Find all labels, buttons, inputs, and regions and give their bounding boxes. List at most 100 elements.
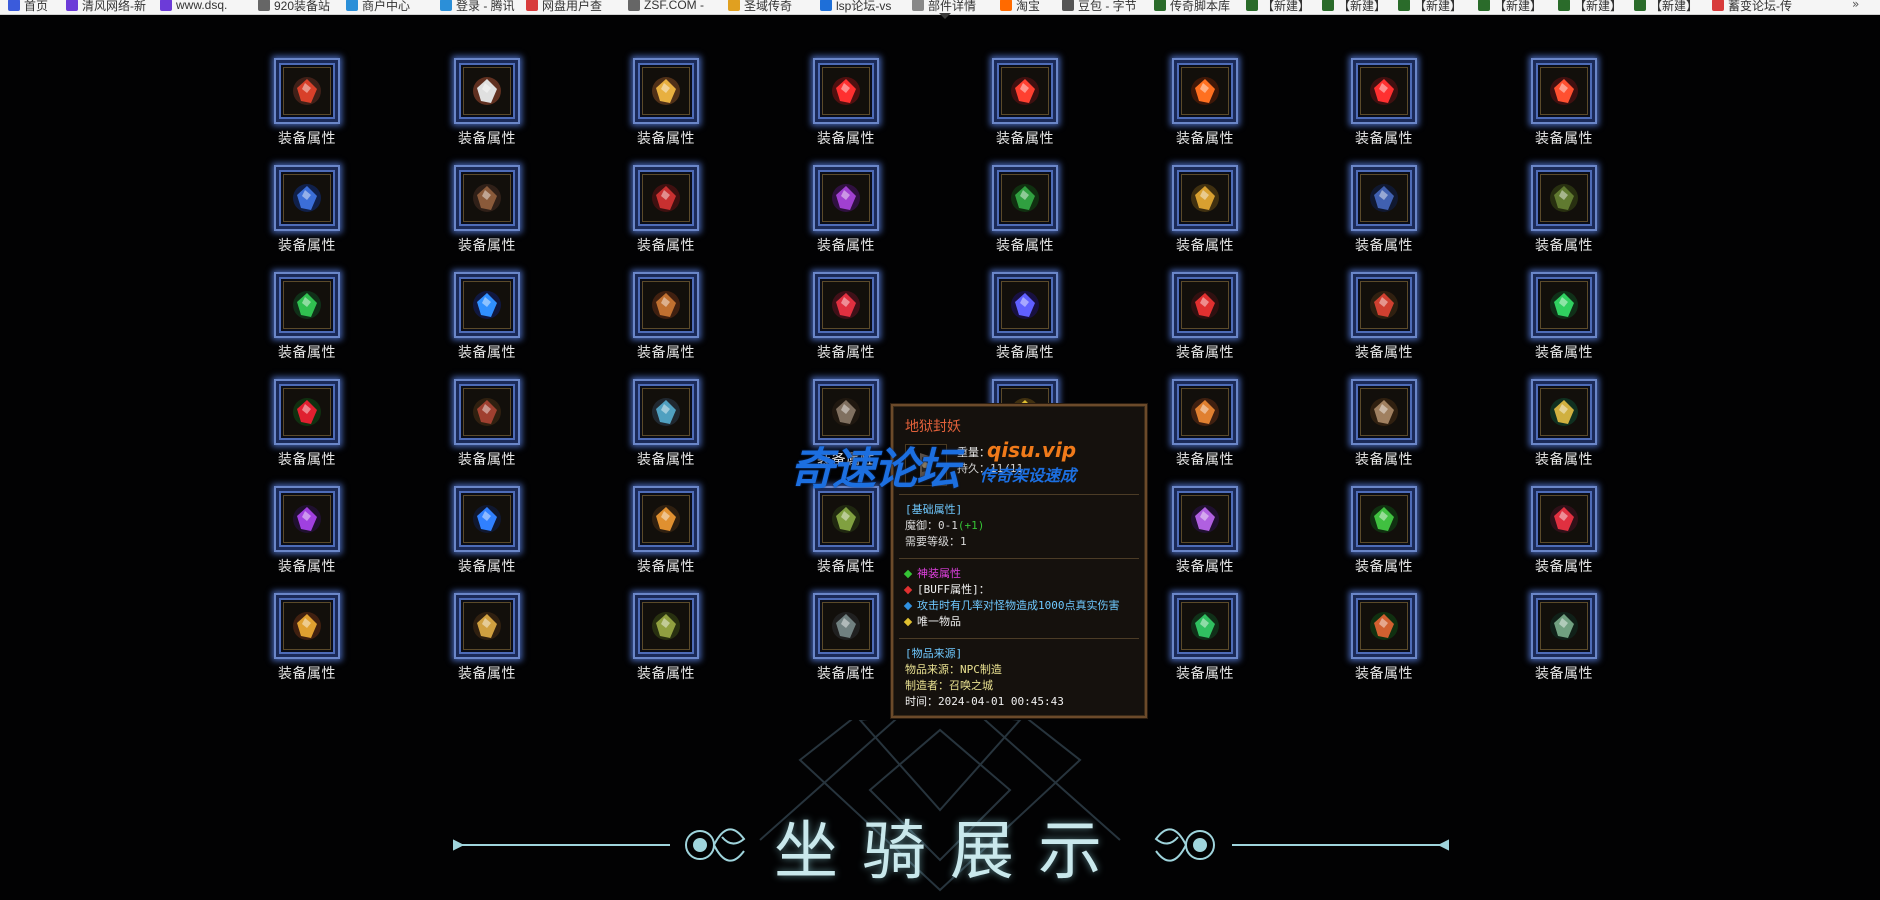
equipment-slot[interactable]: 装备属性 bbox=[1337, 272, 1427, 372]
equipment-slot[interactable]: 装备属性 bbox=[1337, 165, 1427, 265]
jade-stone-icon bbox=[1550, 291, 1578, 319]
equipment-slot[interactable]: 装备属性 bbox=[260, 593, 350, 693]
equipment-slot[interactable]: 装备属性 bbox=[978, 165, 1068, 265]
slot-frame[interactable] bbox=[454, 272, 520, 338]
slot-frame[interactable] bbox=[1351, 486, 1417, 552]
equipment-slot[interactable]: 装备属性 bbox=[440, 593, 530, 693]
equipment-slot[interactable]: 装备属性 bbox=[1158, 486, 1248, 586]
slot-frame[interactable] bbox=[1531, 272, 1597, 338]
equipment-slot[interactable]: 装备属性 bbox=[619, 165, 709, 265]
equipment-slot[interactable]: 装备属性 bbox=[619, 272, 709, 372]
slot-frame[interactable] bbox=[454, 58, 520, 124]
equipment-slot[interactable]: 装备属性 bbox=[799, 272, 889, 372]
equipment-slot[interactable]: 装备属性 bbox=[1158, 58, 1248, 158]
equipment-slot[interactable]: 装备属性 bbox=[440, 165, 530, 265]
equipment-slot[interactable]: 装备属性 bbox=[619, 58, 709, 158]
slot-frame[interactable] bbox=[274, 165, 340, 231]
slot-frame[interactable] bbox=[1351, 58, 1417, 124]
slot-frame[interactable] bbox=[992, 165, 1058, 231]
slot-inner bbox=[283, 495, 331, 543]
golden-beast-icon bbox=[473, 612, 501, 640]
equipment-slot[interactable]: 装备属性 bbox=[1517, 486, 1607, 586]
equipment-slot[interactable]: 装备属性 bbox=[440, 272, 530, 372]
equipment-slot[interactable]: 装备属性 bbox=[799, 165, 889, 265]
equipment-slot[interactable]: 装备属性 bbox=[1517, 593, 1607, 693]
slot-frame[interactable] bbox=[633, 593, 699, 659]
equipment-slot[interactable]: 装备属性 bbox=[1517, 379, 1607, 479]
tooltip-divider bbox=[899, 558, 1139, 559]
equipment-slot[interactable]: 装备属性 bbox=[260, 486, 350, 586]
slot-frame[interactable] bbox=[454, 379, 520, 445]
slot-frame[interactable] bbox=[992, 272, 1058, 338]
slot-frame[interactable] bbox=[1351, 272, 1417, 338]
slot-frame[interactable] bbox=[633, 486, 699, 552]
equipment-slot[interactable]: 装备属性 bbox=[1337, 593, 1427, 693]
equipment-slot[interactable]: 装备属性 bbox=[1158, 165, 1248, 265]
equipment-slot[interactable]: 装备属性 bbox=[260, 272, 350, 372]
equipment-slot[interactable]: 装备属性 bbox=[1337, 58, 1427, 158]
slot-frame[interactable] bbox=[1531, 379, 1597, 445]
equipment-slot[interactable]: 装备属性 bbox=[619, 593, 709, 693]
slot-frame[interactable] bbox=[1531, 165, 1597, 231]
slot-label: 装备属性 bbox=[637, 238, 695, 254]
slot-frame[interactable] bbox=[813, 272, 879, 338]
slot-frame[interactable] bbox=[633, 165, 699, 231]
slot-inner bbox=[463, 388, 511, 436]
equipment-slot[interactable]: 装备属性 bbox=[260, 58, 350, 158]
red-staff-icon bbox=[293, 77, 321, 105]
slot-frame[interactable] bbox=[274, 486, 340, 552]
slot-label: 装备属性 bbox=[817, 238, 875, 254]
slot-frame[interactable] bbox=[633, 272, 699, 338]
equipment-slot[interactable]: 装备属性 bbox=[978, 58, 1068, 158]
slot-frame[interactable] bbox=[1351, 379, 1417, 445]
slot-frame[interactable] bbox=[1172, 486, 1238, 552]
slot-frame[interactable] bbox=[274, 58, 340, 124]
slot-frame[interactable] bbox=[454, 486, 520, 552]
equipment-slot[interactable]: 装备属性 bbox=[799, 58, 889, 158]
slot-frame[interactable] bbox=[813, 593, 879, 659]
equipment-slot[interactable]: 装备属性 bbox=[260, 165, 350, 265]
slot-frame[interactable] bbox=[633, 379, 699, 445]
equipment-slot[interactable]: 装备属性 bbox=[1337, 486, 1427, 586]
slot-frame[interactable] bbox=[274, 272, 340, 338]
item-time: 时间：2024-04-01 00:45:43 bbox=[905, 695, 1064, 708]
slot-frame[interactable] bbox=[1531, 58, 1597, 124]
equipment-slot[interactable]: 装备属性 bbox=[1517, 165, 1607, 265]
slot-frame[interactable] bbox=[1172, 58, 1238, 124]
slot-frame[interactable] bbox=[1172, 593, 1238, 659]
slot-frame[interactable] bbox=[992, 58, 1058, 124]
slot-frame[interactable] bbox=[1351, 165, 1417, 231]
equipment-slot[interactable]: 装备属性 bbox=[619, 379, 709, 479]
slot-frame[interactable] bbox=[1531, 593, 1597, 659]
equipment-slot[interactable]: 装备属性 bbox=[440, 486, 530, 586]
slot-frame[interactable] bbox=[1351, 593, 1417, 659]
slot-frame[interactable] bbox=[274, 379, 340, 445]
equipment-slot[interactable]: 装备属性 bbox=[799, 593, 889, 693]
slot-frame[interactable] bbox=[633, 58, 699, 124]
slot-frame[interactable] bbox=[454, 593, 520, 659]
equipment-slot[interactable]: 装备属性 bbox=[1517, 272, 1607, 372]
equipment-slot[interactable]: 装备属性 bbox=[799, 486, 889, 586]
slot-frame[interactable] bbox=[454, 165, 520, 231]
slot-label: 装备属性 bbox=[278, 452, 336, 468]
equipment-slot[interactable]: 装备属性 bbox=[440, 379, 530, 479]
equipment-slot[interactable]: 装备属性 bbox=[260, 379, 350, 479]
slot-label: 装备属性 bbox=[278, 238, 336, 254]
equipment-slot[interactable]: 装备属性 bbox=[1158, 272, 1248, 372]
slot-frame[interactable] bbox=[1172, 379, 1238, 445]
slot-frame[interactable] bbox=[813, 58, 879, 124]
equipment-slot[interactable]: 装备属性 bbox=[1158, 593, 1248, 693]
equipment-slot[interactable]: 装备属性 bbox=[978, 272, 1068, 372]
equipment-slot[interactable]: 装备属性 bbox=[1517, 58, 1607, 158]
equipment-slot[interactable]: 装备属性 bbox=[1337, 379, 1427, 479]
equipment-slot[interactable]: 装备属性 bbox=[1158, 379, 1248, 479]
slot-frame[interactable] bbox=[813, 165, 879, 231]
slot-frame[interactable] bbox=[1172, 272, 1238, 338]
slot-frame[interactable] bbox=[1531, 486, 1597, 552]
navy-book-icon bbox=[1370, 184, 1398, 212]
equipment-slot[interactable]: 装备属性 bbox=[440, 58, 530, 158]
slot-frame[interactable] bbox=[1172, 165, 1238, 231]
equipment-slot[interactable]: 装备属性 bbox=[619, 486, 709, 586]
tooltip-base-section: [基础属性] 魔御：0-1(+1) 需要等级：1 bbox=[905, 502, 984, 550]
slot-frame[interactable] bbox=[274, 593, 340, 659]
